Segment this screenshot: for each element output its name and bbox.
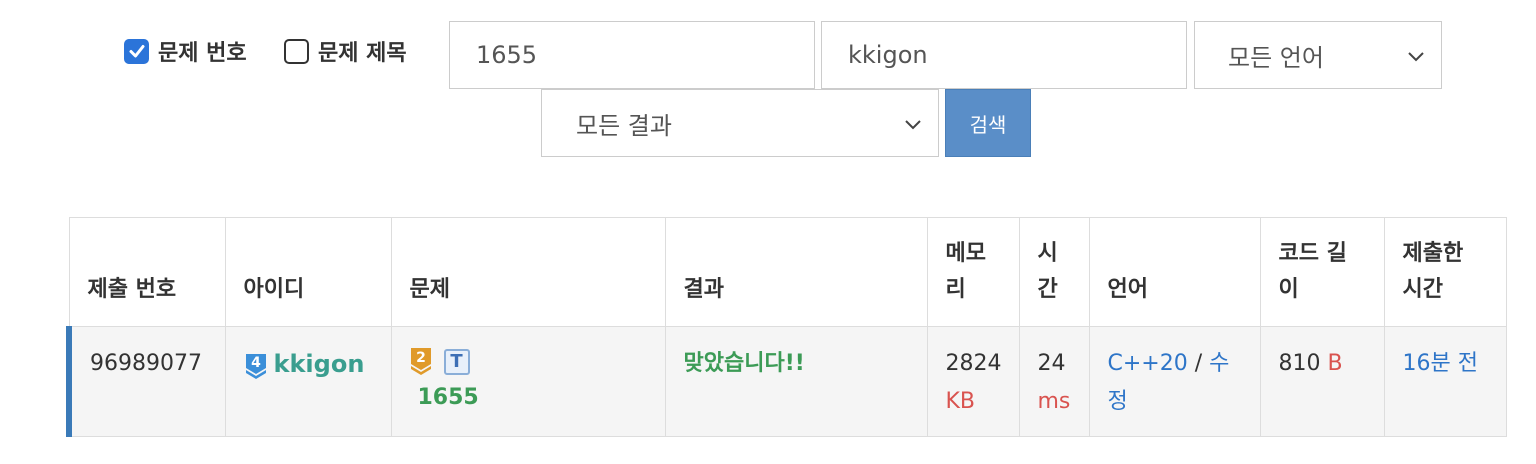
header-user-id: 아이디 [224, 217, 392, 327]
result-accepted: 맞았습니다!! [683, 351, 805, 376]
result-select[interactable]: 모든 결과 [541, 89, 939, 157]
memory-cell: 2824 KB [926, 326, 1020, 437]
submitted-time-cell: 16분 전 [1383, 326, 1507, 437]
user-tier-badge-icon: 4 [244, 352, 268, 380]
user-cell: 4 kkigon [224, 326, 392, 437]
chevron-down-icon [1407, 41, 1425, 69]
header-memory: 메모리 [926, 217, 1020, 327]
language-separator: / [1194, 351, 1203, 376]
code-length-cell: 810 B [1259, 326, 1385, 437]
header-result: 결과 [664, 217, 928, 327]
problem-link[interactable]: 1655 [418, 385, 479, 410]
svg-text:2: 2 [416, 350, 426, 366]
result-cell: 맞았습니다!! [664, 326, 928, 437]
language-link[interactable]: C++20 [1108, 351, 1188, 376]
user-id-input[interactable]: kkigon [821, 21, 1187, 89]
header-time: 시간 [1018, 217, 1090, 327]
problem-id-input-value: 1655 [476, 41, 538, 69]
submission-id-cell: 96989077 [66, 326, 226, 437]
submitted-time-link[interactable]: 16분 전 [1403, 351, 1478, 376]
header-code-length: 코드 길이 [1259, 217, 1385, 327]
memory-value: 2824 [945, 351, 1002, 376]
header-problem: 문제 [390, 217, 666, 327]
problem-tag-icon: T [443, 349, 470, 375]
header-language: 언어 [1088, 217, 1261, 327]
checkbox-unchecked-icon[interactable] [284, 38, 309, 64]
problem-title-label: 문제 제목 [318, 41, 407, 66]
problem-number-label: 문제 번호 [158, 41, 247, 66]
language-cell: C++20 / 수정 [1088, 326, 1261, 437]
language-select-value: 모든 언어 [1228, 43, 1324, 72]
language-select[interactable]: 모든 언어 [1194, 21, 1442, 89]
time-value: 24 [1037, 351, 1066, 376]
time-cell: 24 ms [1018, 326, 1090, 437]
code-length-value: 810 [1278, 351, 1321, 376]
problem-number-checkbox-group[interactable]: 문제 번호 [124, 35, 247, 67]
status-table: 제출 번호 아이디 문제 결과 메모리 시간 언어 코드 길이 제출한 시간 9… [66, 217, 1507, 437]
memory-unit: KB [945, 389, 976, 414]
search-button[interactable]: 검색 [945, 89, 1031, 157]
checkbox-checked-icon[interactable] [124, 38, 149, 64]
table-header-row: 제출 번호 아이디 문제 결과 메모리 시간 언어 코드 길이 제출한 시간 [68, 217, 1507, 327]
problem-cell: 2 T 1655 [390, 326, 666, 437]
header-submission-id: 제출 번호 [68, 217, 226, 327]
user-link[interactable]: kkigon [274, 350, 365, 378]
user-id-input-value: kkigon [848, 41, 928, 69]
chevron-down-icon [904, 109, 922, 137]
problem-title-checkbox-group[interactable]: 문제 제목 [284, 35, 407, 67]
code-length-unit: B [1327, 351, 1343, 376]
table-row: 96989077 4 kkigon 2 T 1655 맞았습니다!! 2824 … [66, 326, 1507, 437]
problem-id-input[interactable]: 1655 [449, 21, 815, 89]
header-submitted-time: 제출한 시간 [1383, 217, 1507, 327]
result-select-value: 모든 결과 [576, 111, 672, 140]
svg-text:4: 4 [251, 355, 261, 371]
submission-id: 96989077 [90, 351, 202, 376]
problem-tier-badge-icon: 2 [410, 347, 432, 377]
time-unit: ms [1037, 389, 1071, 414]
